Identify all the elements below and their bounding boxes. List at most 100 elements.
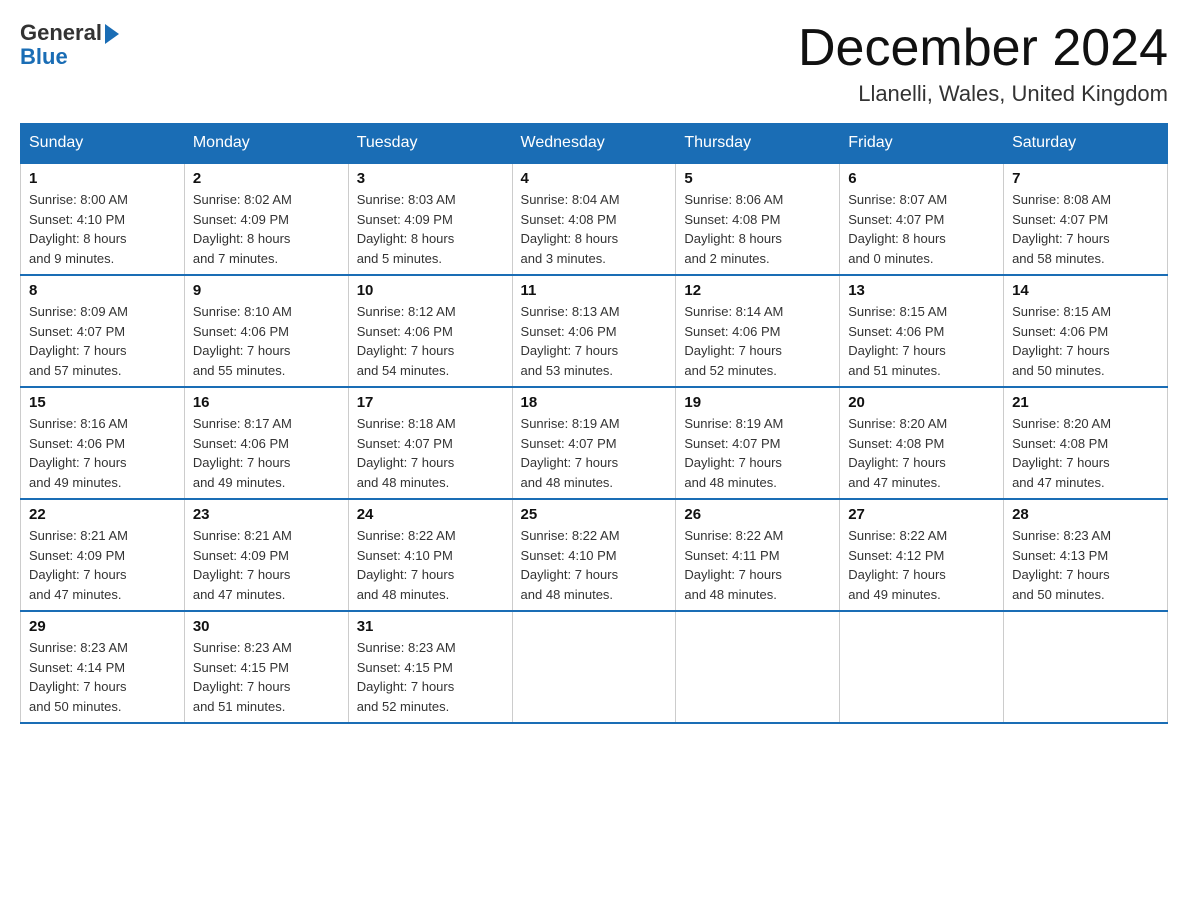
table-row: 12 Sunrise: 8:14 AM Sunset: 4:06 PM Dayli… xyxy=(676,275,840,387)
day-info: Sunrise: 8:10 AM Sunset: 4:06 PM Dayligh… xyxy=(193,302,340,380)
header-friday: Friday xyxy=(840,124,1004,164)
day-number: 28 xyxy=(1012,506,1159,523)
day-info: Sunrise: 8:06 AM Sunset: 4:08 PM Dayligh… xyxy=(684,190,831,268)
day-info: Sunrise: 8:14 AM Sunset: 4:06 PM Dayligh… xyxy=(684,302,831,380)
day-info: Sunrise: 8:22 AM Sunset: 4:10 PM Dayligh… xyxy=(357,526,504,604)
day-info: Sunrise: 8:07 AM Sunset: 4:07 PM Dayligh… xyxy=(848,190,995,268)
header-sunday: Sunday xyxy=(21,124,185,164)
day-number: 16 xyxy=(193,394,340,411)
day-number: 9 xyxy=(193,282,340,299)
weekday-header-row: Sunday Monday Tuesday Wednesday Thursday… xyxy=(21,124,1168,164)
table-row: 29 Sunrise: 8:23 AM Sunset: 4:14 PM Dayli… xyxy=(21,611,185,723)
day-info: Sunrise: 8:20 AM Sunset: 4:08 PM Dayligh… xyxy=(1012,414,1159,492)
location-title: Llanelli, Wales, United Kingdom xyxy=(798,81,1168,107)
header-wednesday: Wednesday xyxy=(512,124,676,164)
day-info: Sunrise: 8:18 AM Sunset: 4:07 PM Dayligh… xyxy=(357,414,504,492)
day-info: Sunrise: 8:09 AM Sunset: 4:07 PM Dayligh… xyxy=(29,302,176,380)
table-row: 27 Sunrise: 8:22 AM Sunset: 4:12 PM Dayli… xyxy=(840,499,1004,611)
table-row: 6Sunrise: 8:07 AM Sunset: 4:07 PM Daylig… xyxy=(840,163,1004,275)
day-info: Sunrise: 8:22 AM Sunset: 4:10 PM Dayligh… xyxy=(521,526,668,604)
day-info: Sunrise: 8:21 AM Sunset: 4:09 PM Dayligh… xyxy=(29,526,176,604)
table-row: 22Sunrise: 8:21 AM Sunset: 4:09 PM Dayli… xyxy=(21,499,185,611)
day-info: Sunrise: 8:22 AM Sunset: 4:12 PM Dayligh… xyxy=(848,526,995,604)
calendar-week-row: 15 Sunrise: 8:16 AM Sunset: 4:06 PM Dayli… xyxy=(21,387,1168,499)
table-row: 20 Sunrise: 8:20 AM Sunset: 4:08 PM Dayli… xyxy=(840,387,1004,499)
table-row: 7 Sunrise: 8:08 AM Sunset: 4:07 PM Daylig… xyxy=(1004,163,1168,275)
table-row: 8 Sunrise: 8:09 AM Sunset: 4:07 PM Daylig… xyxy=(21,275,185,387)
day-info: Sunrise: 8:15 AM Sunset: 4:06 PM Dayligh… xyxy=(1012,302,1159,380)
day-number: 29 xyxy=(29,618,176,635)
table-row xyxy=(676,611,840,723)
day-info: Sunrise: 8:03 AM Sunset: 4:09 PM Dayligh… xyxy=(357,190,504,268)
day-number: 18 xyxy=(521,394,668,411)
table-row: 31Sunrise: 8:23 AM Sunset: 4:15 PM Dayli… xyxy=(348,611,512,723)
calendar-week-row: 1 Sunrise: 8:00 AM Sunset: 4:10 PM Daylig… xyxy=(21,163,1168,275)
table-row: 17 Sunrise: 8:18 AM Sunset: 4:07 PM Dayli… xyxy=(348,387,512,499)
day-info: Sunrise: 8:20 AM Sunset: 4:08 PM Dayligh… xyxy=(848,414,995,492)
day-info: Sunrise: 8:00 AM Sunset: 4:10 PM Dayligh… xyxy=(29,190,176,268)
day-number: 21 xyxy=(1012,394,1159,411)
day-number: 11 xyxy=(521,282,668,299)
day-info: Sunrise: 8:16 AM Sunset: 4:06 PM Dayligh… xyxy=(29,414,176,492)
day-info: Sunrise: 8:23 AM Sunset: 4:14 PM Dayligh… xyxy=(29,638,176,716)
day-number: 8 xyxy=(29,282,176,299)
table-row: 15 Sunrise: 8:16 AM Sunset: 4:06 PM Dayli… xyxy=(21,387,185,499)
day-info: Sunrise: 8:17 AM Sunset: 4:06 PM Dayligh… xyxy=(193,414,340,492)
calendar-week-row: 22Sunrise: 8:21 AM Sunset: 4:09 PM Dayli… xyxy=(21,499,1168,611)
table-row: 24 Sunrise: 8:22 AM Sunset: 4:10 PM Dayli… xyxy=(348,499,512,611)
table-row: 13 Sunrise: 8:15 AM Sunset: 4:06 PM Dayli… xyxy=(840,275,1004,387)
table-row xyxy=(1004,611,1168,723)
table-row: 9 Sunrise: 8:10 AM Sunset: 4:06 PM Daylig… xyxy=(184,275,348,387)
day-info: Sunrise: 8:08 AM Sunset: 4:07 PM Dayligh… xyxy=(1012,190,1159,268)
day-info: Sunrise: 8:15 AM Sunset: 4:06 PM Dayligh… xyxy=(848,302,995,380)
day-number: 30 xyxy=(193,618,340,635)
calendar-table: Sunday Monday Tuesday Wednesday Thursday… xyxy=(20,123,1168,724)
day-number: 4 xyxy=(521,170,668,187)
table-row: 5 Sunrise: 8:06 AM Sunset: 4:08 PM Daylig… xyxy=(676,163,840,275)
logo-triangle-icon xyxy=(105,24,119,44)
logo: General Blue xyxy=(20,20,119,70)
header-monday: Monday xyxy=(184,124,348,164)
day-info: Sunrise: 8:22 AM Sunset: 4:11 PM Dayligh… xyxy=(684,526,831,604)
header-tuesday: Tuesday xyxy=(348,124,512,164)
day-number: 3 xyxy=(357,170,504,187)
table-row: 23 Sunrise: 8:21 AM Sunset: 4:09 PM Dayli… xyxy=(184,499,348,611)
day-number: 1 xyxy=(29,170,176,187)
header-saturday: Saturday xyxy=(1004,124,1168,164)
day-number: 13 xyxy=(848,282,995,299)
day-number: 12 xyxy=(684,282,831,299)
table-row: 1 Sunrise: 8:00 AM Sunset: 4:10 PM Daylig… xyxy=(21,163,185,275)
day-number: 7 xyxy=(1012,170,1159,187)
day-number: 25 xyxy=(521,506,668,523)
day-number: 23 xyxy=(193,506,340,523)
page-header: General Blue December 2024 Llanelli, Wal… xyxy=(20,20,1168,107)
day-number: 5 xyxy=(684,170,831,187)
table-row: 2 Sunrise: 8:02 AM Sunset: 4:09 PM Daylig… xyxy=(184,163,348,275)
day-info: Sunrise: 8:19 AM Sunset: 4:07 PM Dayligh… xyxy=(521,414,668,492)
table-row: 14 Sunrise: 8:15 AM Sunset: 4:06 PM Dayli… xyxy=(1004,275,1168,387)
table-row: 28 Sunrise: 8:23 AM Sunset: 4:13 PM Dayli… xyxy=(1004,499,1168,611)
day-number: 20 xyxy=(848,394,995,411)
day-number: 2 xyxy=(193,170,340,187)
month-title: December 2024 xyxy=(798,20,1168,77)
table-row: 25 Sunrise: 8:22 AM Sunset: 4:10 PM Dayli… xyxy=(512,499,676,611)
day-number: 24 xyxy=(357,506,504,523)
table-row: 3 Sunrise: 8:03 AM Sunset: 4:09 PM Daylig… xyxy=(348,163,512,275)
table-row: 10Sunrise: 8:12 AM Sunset: 4:06 PM Dayli… xyxy=(348,275,512,387)
day-number: 26 xyxy=(684,506,831,523)
day-number: 15 xyxy=(29,394,176,411)
day-number: 14 xyxy=(1012,282,1159,299)
header-thursday: Thursday xyxy=(676,124,840,164)
day-info: Sunrise: 8:12 AM Sunset: 4:06 PM Dayligh… xyxy=(357,302,504,380)
day-number: 27 xyxy=(848,506,995,523)
day-number: 17 xyxy=(357,394,504,411)
day-info: Sunrise: 8:23 AM Sunset: 4:15 PM Dayligh… xyxy=(193,638,340,716)
table-row: 21 Sunrise: 8:20 AM Sunset: 4:08 PM Dayli… xyxy=(1004,387,1168,499)
day-info: Sunrise: 8:02 AM Sunset: 4:09 PM Dayligh… xyxy=(193,190,340,268)
title-block: December 2024 Llanelli, Wales, United Ki… xyxy=(798,20,1168,107)
table-row xyxy=(512,611,676,723)
table-row: 11Sunrise: 8:13 AM Sunset: 4:06 PM Dayli… xyxy=(512,275,676,387)
day-info: Sunrise: 8:23 AM Sunset: 4:13 PM Dayligh… xyxy=(1012,526,1159,604)
day-info: Sunrise: 8:21 AM Sunset: 4:09 PM Dayligh… xyxy=(193,526,340,604)
day-info: Sunrise: 8:23 AM Sunset: 4:15 PM Dayligh… xyxy=(357,638,504,716)
